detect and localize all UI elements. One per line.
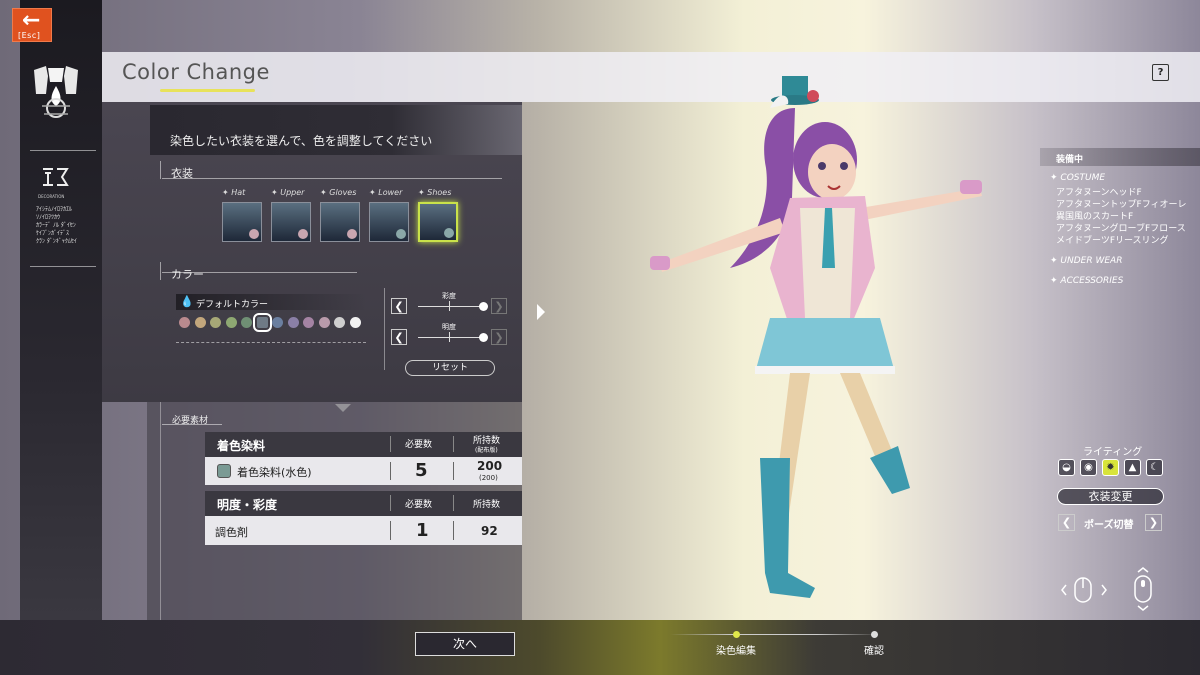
mouse-rotate-icon — [1060, 575, 1110, 605]
dye-table-row: 着色染料(水色) 5 200 (200) — [205, 457, 522, 485]
list-item: メイドブーツFリースリング — [1056, 236, 1169, 246]
tone-owned-count: 92 — [481, 524, 498, 538]
saturation-slider-knob[interactable] — [479, 302, 488, 311]
dye-owned-sub: (200) — [479, 474, 498, 482]
brightness-label: 明度 — [442, 323, 456, 331]
title-accent-line — [160, 89, 255, 92]
instruction-text: 染色したい衣装を選んで、色を調整してください — [170, 134, 433, 148]
moon-icon[interactable]: ☾ — [1146, 459, 1163, 476]
list-item: アフタヌーンヘッドF — [1056, 188, 1142, 198]
tone-table-row: 調色剤 1 92 — [205, 516, 522, 545]
default-color-label: デフォルトカラー — [196, 300, 269, 310]
costume-slot-shoes[interactable] — [418, 202, 458, 242]
brightness-slider-knob[interactable] — [479, 333, 488, 342]
costume-label-gloves: ✦ Gloves — [320, 188, 357, 197]
escape-label: [Esc] — [18, 31, 41, 40]
underwear-header: ✦ UNDER WEAR — [1050, 256, 1123, 266]
divider — [162, 178, 502, 179]
brightness-decrease-button[interactable]: ❮ — [391, 329, 407, 345]
step-line — [670, 634, 880, 635]
bottom-bar — [0, 620, 1200, 675]
next-button[interactable]: 次へ — [415, 632, 515, 656]
divider — [162, 272, 357, 273]
accessories-header: ✦ ACCESSORIES — [1050, 276, 1124, 286]
required-label: 必要数 — [405, 440, 433, 450]
costume-slot-hat[interactable] — [222, 202, 262, 242]
dye-required-count: 5 — [415, 460, 428, 481]
costume-label-shoes: ✦ Shoes — [418, 188, 452, 197]
costume-emblem-icon — [26, 62, 86, 122]
help-icon[interactable]: ? — [1152, 64, 1169, 81]
costume-label-hat: ✦ Hat — [222, 188, 246, 197]
tone-table-title: 明度・彩度 — [217, 498, 278, 512]
color-swatch[interactable] — [303, 317, 314, 328]
brightness-slider[interactable] — [418, 337, 484, 338]
sun-icon[interactable]: ✹ — [1102, 459, 1119, 476]
step-dot-active — [733, 631, 740, 638]
costume-slot-upper[interactable] — [271, 202, 311, 242]
dye-name: 着色染料(水色) — [237, 466, 312, 479]
saturation-slider[interactable] — [418, 306, 484, 307]
costume-slot-gloves[interactable] — [320, 202, 360, 242]
saturation-label: 彩度 — [442, 292, 456, 300]
color-swatch[interactable] — [272, 317, 283, 328]
tone-table-header: 明度・彩度 必要数 所持数 — [205, 491, 522, 516]
dye-owned-count: 200 — [477, 459, 503, 473]
saturation-decrease-button[interactable]: ❮ — [391, 298, 407, 314]
costume-change-button[interactable]: 衣装変更 — [1057, 488, 1164, 505]
required-label: 必要数 — [405, 500, 433, 510]
left-rail: DECORATION ｱｲｼﾃﾑﾉｲﾛｦｶｴﾙ ｿﾉｲﾛｦﾂｶｳ ｶﾗｰﾃﾞ ﾉ… — [20, 0, 102, 620]
color-swatch[interactable] — [349, 317, 361, 328]
tone-name: 調色剤 — [215, 526, 248, 539]
owned-sublabel: (配布版) — [475, 447, 498, 454]
step-dot — [871, 631, 878, 638]
color-swatch[interactable] — [225, 317, 237, 328]
color-swatch[interactable] — [334, 317, 345, 328]
color-section-label: カラー — [171, 268, 204, 281]
dye-swatch — [217, 464, 231, 478]
circle-icon[interactable]: ◉ — [1080, 459, 1097, 476]
brightness-increase-button[interactable]: ❯ — [491, 329, 507, 345]
equipped-title: 装備中 — [1056, 155, 1084, 165]
back-arrow-icon: ← — [22, 8, 41, 33]
costume-label-lower: ✦ Lower — [369, 188, 403, 197]
pose-prev-button[interactable]: ❮ — [1058, 514, 1075, 531]
character-preview[interactable] — [620, 68, 1020, 608]
color-swatch[interactable] — [241, 317, 252, 328]
tone-required-count: 1 — [416, 520, 429, 541]
list-item: アフタヌーントップFフィオーレ — [1056, 200, 1187, 210]
reset-button[interactable]: リセット — [405, 360, 495, 376]
pose-switch-label: ポーズ切替 — [1084, 520, 1134, 531]
rail-description: ｱｲｼﾃﾑﾉｲﾛｦｶｴﾙ ｿﾉｲﾛｦﾂｶｳ ｶﾗｰﾃﾞ ﾉﾙ ﾀﾞｲｾﾝ ｹｲﾌ… — [36, 206, 77, 245]
panel-toggle-arrow-icon[interactable] — [537, 304, 545, 320]
page-title: Color Change — [122, 60, 270, 84]
pose-next-button[interactable]: ❯ — [1145, 514, 1162, 531]
list-item: 異国風のスカートF — [1056, 212, 1134, 222]
costume-slot-lower[interactable] — [369, 202, 409, 242]
list-item: アフタヌーングローブFフロース — [1056, 224, 1186, 234]
lighting-label: ライティング — [1083, 447, 1143, 458]
mouse-zoom-icon — [1130, 566, 1156, 614]
brand-logo — [40, 165, 70, 195]
owned-label: 所持数 — [473, 500, 501, 510]
costume-label-upper: ✦ Upper — [271, 188, 305, 197]
color-swatch[interactable] — [318, 317, 330, 328]
escape-back-button[interactable]: ← [Esc] — [12, 8, 52, 42]
costume-list: アフタヌーンヘッドF アフタヌーントップFフィオーレ 異国風のスカートF アフタ… — [1056, 187, 1187, 247]
landscape-icon[interactable]: ▲ — [1124, 459, 1141, 476]
step-edit-label: 染色編集 — [716, 646, 756, 657]
brand-subtitle: DECORATION — [38, 194, 65, 199]
color-swatch[interactable] — [287, 317, 299, 328]
color-swatch[interactable] — [179, 317, 190, 328]
saturation-increase-button[interactable]: ❯ — [491, 298, 507, 314]
dye-table-title: 着色染料 — [217, 439, 266, 453]
sunrise-icon[interactable]: ◒ — [1058, 459, 1075, 476]
step-confirm-label: 確認 — [864, 646, 884, 657]
costume-header: ✦ COSTUME — [1050, 173, 1106, 183]
droplet-icon: 💧 — [180, 295, 194, 308]
color-swatch[interactable] — [194, 317, 206, 328]
dye-table-header: 着色染料 必要数 所持数 (配布版) — [205, 432, 522, 457]
color-swatch[interactable] — [210, 317, 221, 328]
color-swatch[interactable] — [252, 313, 272, 332]
